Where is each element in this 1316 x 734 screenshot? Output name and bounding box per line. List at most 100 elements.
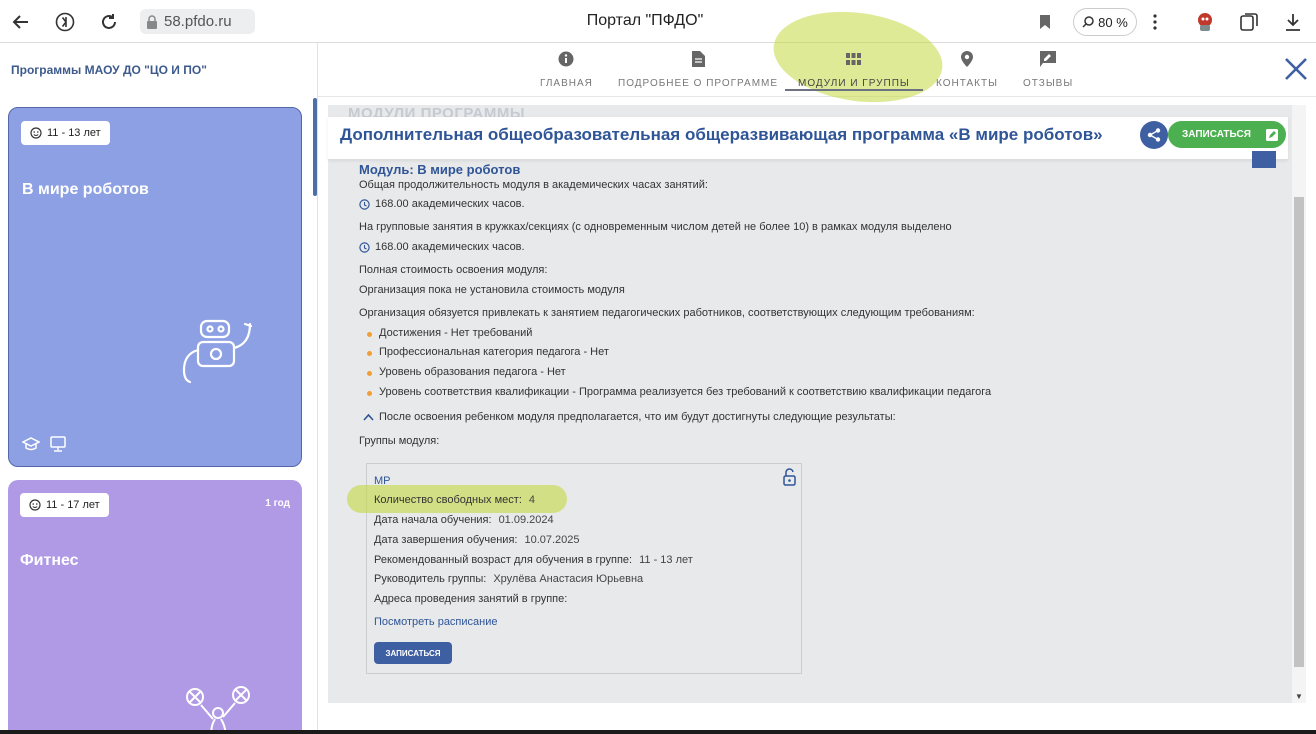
zoom-indicator[interactable]: 80 %: [1073, 8, 1137, 36]
bullet: [367, 371, 372, 376]
unlock-icon: [783, 468, 796, 486]
requirement-item: Уровень соответствия квалификации - Прог…: [379, 386, 992, 398]
duration-value-text: 168.00 академических часов.: [375, 198, 525, 210]
share-button[interactable]: [1140, 121, 1168, 149]
reload-icon[interactable]: [94, 7, 124, 37]
free-places-label: Количество свободных мест:: [374, 494, 522, 506]
graduation-cap-icon: [22, 437, 40, 451]
requirement-item: Профессиональная категория педагога - Не…: [379, 346, 609, 358]
enroll-button[interactable]: ЗАПИСАТЬСЯ: [1168, 121, 1286, 148]
taskbar-edge: [0, 730, 1316, 734]
tab-label: ПОДРОБНЕЕ О ПРОГРАММЕ: [618, 78, 779, 89]
program-header: Дополнительная общеобразовательная общер…: [328, 117, 1288, 160]
group-enroll-button[interactable]: ЗАПИСАТЬСЯ: [374, 642, 452, 664]
sidebar-scrollbar[interactable]: [313, 98, 317, 196]
age-value: 11 - 13 лет: [639, 554, 693, 566]
requirements-label: Организация обязуется привлекать к занят…: [359, 307, 975, 319]
bullet: [367, 391, 372, 396]
free-places-value: 4: [528, 494, 535, 506]
program-card[interactable]: 11 - 13 лет В мире роботов: [8, 107, 302, 467]
bullet: [367, 332, 372, 337]
cost-value: Организация пока не установила стоимость…: [359, 284, 625, 296]
cost-label: Полная стоимость освоения модуля:: [359, 264, 548, 276]
program-title: Дополнительная общеобразовательная общер…: [340, 125, 1103, 144]
group-hours-value: 168.00 академических часов.: [359, 241, 525, 253]
module-tab-marker: [1252, 151, 1276, 168]
download-icon[interactable]: [1278, 7, 1308, 37]
robot-icon: [182, 319, 253, 384]
end-date-label: Дата завершения обучения:: [374, 534, 518, 546]
duration-label: Общая продолжительность модуля в академи…: [359, 179, 708, 191]
address-bar[interactable]: 58.pfdo.ru: [140, 9, 255, 34]
schedule-link[interactable]: Посмотреть расписание: [374, 616, 498, 628]
tab-label: КОНТАКТЫ: [936, 78, 998, 89]
tab-main[interactable]: ГЛАВНАЯ: [540, 49, 593, 91]
results-label: После освоения ребенком модуля предполаг…: [379, 411, 896, 423]
scrollbar-thumb[interactable]: [1294, 197, 1304, 667]
tab-modules[interactable]: МОДУЛИ И ГРУППЫ: [798, 49, 910, 91]
grid-icon: [846, 49, 862, 69]
module-title: Модуль: В мире роботов: [359, 162, 521, 177]
program-tabs: ГЛАВНАЯ ПОДРОБНЕЕ О ПРОГРАММЕ МОДУЛИ И Г…: [318, 1, 1316, 113]
smile-icon: [30, 127, 42, 139]
bookmark-icon[interactable]: [1030, 7, 1060, 37]
age-label: 11 - 17 лет: [46, 499, 100, 511]
group-hours-value-text: 168.00 академических часов.: [375, 241, 525, 253]
info-icon: [558, 49, 574, 69]
free-places-row: Количество свободных мест: 4: [374, 494, 535, 506]
enroll-label: ЗАПИСАТЬСЯ: [1182, 129, 1251, 140]
program-title: Фитнес: [20, 552, 79, 569]
chevron-up-icon: [363, 413, 374, 421]
end-date-value: 10.07.2025: [524, 534, 580, 546]
start-date-label: Дата начала обучения:: [374, 514, 492, 526]
review-icon: [1040, 49, 1057, 69]
leader-value: Хрулёва Анастасия Юрьевна: [493, 573, 644, 585]
sidebar-title: Программы МАОУ ДО "ЦО И ПО": [11, 63, 207, 77]
address-label: Адреса проведения занятий в группе:: [374, 593, 568, 605]
tab-details[interactable]: ПОДРОБНЕЕ О ПРОГРАММЕ: [618, 49, 778, 91]
age-chip: 11 - 17 лет: [20, 493, 109, 517]
tab-reviews[interactable]: ОТЗЫВЫ: [1023, 49, 1073, 91]
url-text: 58.pfdo.ru: [164, 13, 232, 30]
tab-label: ОТЗЫВЫ: [1023, 78, 1074, 89]
browser-toolbar: 58.pfdo.ru Портал "ПФДО" 80 %: [0, 0, 1316, 43]
group-hours-label: На групповые занятия в кружках/секциях (…: [359, 221, 952, 233]
leader-row: Руководитель группы: Хрулёва Анастасия Юр…: [374, 573, 643, 585]
tab-contacts[interactable]: КОНТАКТЫ: [936, 49, 998, 91]
back-arrow-icon[interactable]: [6, 7, 36, 37]
lock-icon: [147, 14, 157, 29]
program-panel: ГЛАВНАЯ ПОДРОБНЕЕ О ПРОГРАММЕ МОДУЛИ И Г…: [318, 1, 1316, 734]
location-pin-icon: [960, 49, 973, 69]
results-toggle[interactable]: После освоения ребенком модуля предполаг…: [363, 411, 896, 423]
scroll-down-icon[interactable]: ▼: [1295, 692, 1303, 701]
smile-icon: [29, 499, 41, 511]
tab-label: МОДУЛИ И ГРУППЫ: [798, 78, 910, 89]
bullet: [367, 351, 372, 356]
age-label: Рекомендованный возраст для обучения в г…: [374, 554, 633, 566]
zoom-value: 80 %: [1098, 14, 1128, 30]
programs-sidebar: Программы МАОУ ДО "ЦО И ПО" 11 - 13 лет …: [0, 43, 318, 734]
requirement-item: Уровень образования педагога - Нет: [379, 366, 566, 378]
search-icon: [1082, 16, 1094, 28]
duration-label: 1 год: [265, 498, 290, 509]
yandex-icon[interactable]: [50, 7, 80, 37]
share-icon: [1147, 128, 1161, 142]
content-scrollbar[interactable]: ▼: [1292, 105, 1306, 703]
clock-icon: [359, 241, 370, 253]
group-card: МР Количество свободных мест: 4 Дата нача…: [347, 463, 802, 674]
groups-label: Группы модуля:: [359, 435, 440, 447]
age-label: 11 - 13 лет: [47, 127, 101, 139]
group-name: МР: [374, 475, 391, 487]
age-chip: 11 - 13 лет: [21, 121, 110, 145]
edit-icon: [1265, 128, 1278, 141]
leader-label: Руководитель группы:: [374, 573, 487, 585]
tab-label: ГЛАВНАЯ: [540, 78, 593, 89]
program-title: В мире роботов: [22, 181, 149, 198]
program-card[interactable]: 11 - 17 лет 1 год Фитнес: [8, 480, 302, 734]
close-icon[interactable]: [1282, 55, 1310, 83]
collections-icon[interactable]: [1234, 7, 1264, 37]
start-date-value: 01.09.2024: [498, 514, 554, 526]
extension-icon[interactable]: [1190, 7, 1220, 37]
menu-dots-icon[interactable]: [1140, 7, 1170, 37]
active-tab-indicator: [785, 89, 923, 91]
